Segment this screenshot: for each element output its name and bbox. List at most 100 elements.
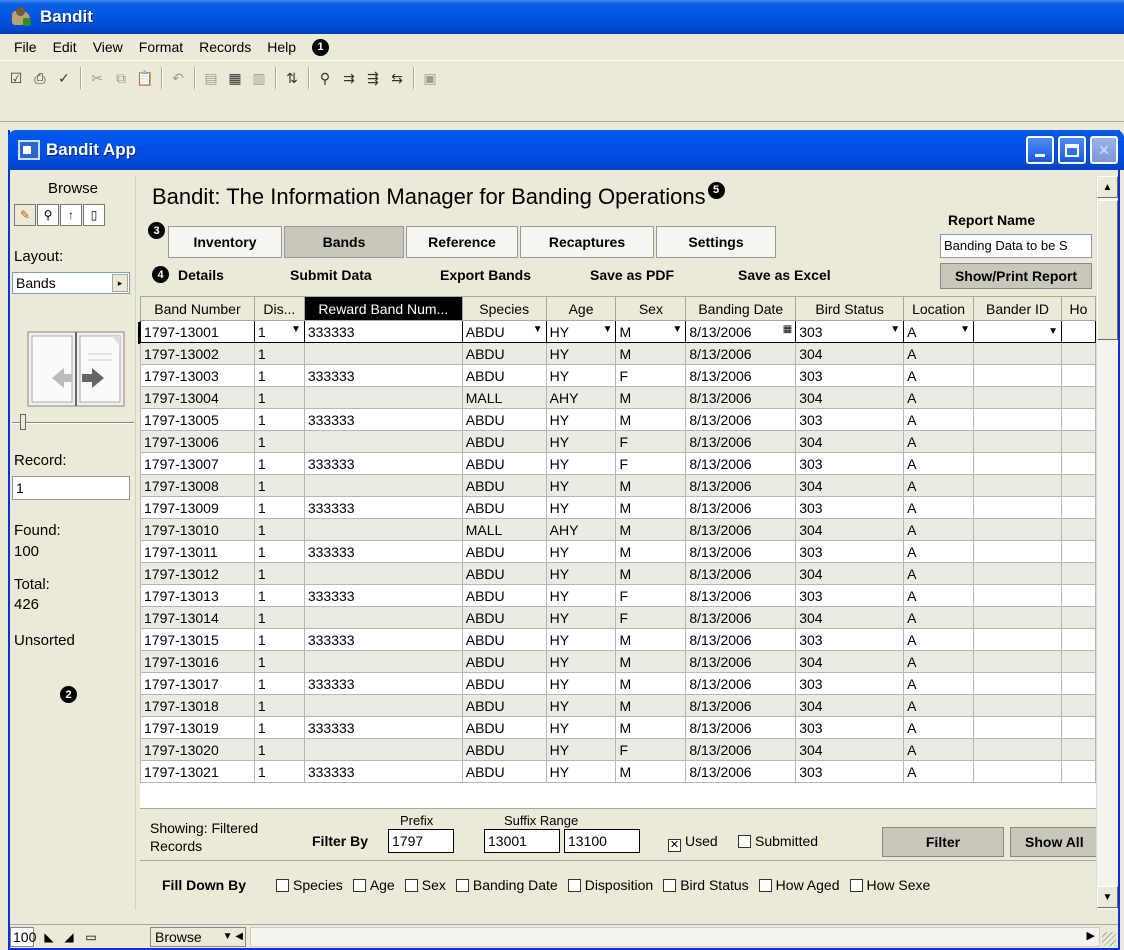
table-cell[interactable]: A	[903, 342, 975, 365]
table-cell[interactable]: A	[903, 496, 975, 519]
checkbox-icon[interactable]: ☑	[5, 67, 27, 89]
table-cell[interactable]: ABDU	[461, 584, 547, 607]
table-cell[interactable]: A	[903, 386, 975, 409]
table-row[interactable]: 1797-13010 1 MALL AHY M 8/13/2006 304 A	[140, 518, 1096, 541]
table-cell[interactable]	[1060, 562, 1096, 585]
table-cell[interactable]	[973, 540, 1062, 563]
table-cell[interactable]	[303, 474, 463, 497]
table-cell[interactable]: A	[903, 364, 975, 387]
table-cell[interactable]: 1	[253, 672, 305, 695]
layout-select[interactable]: Bands ▸	[12, 272, 130, 294]
duplicate-record-icon[interactable]: ▦	[224, 67, 246, 89]
maximize-button[interactable]	[1058, 136, 1086, 164]
table-cell[interactable]: HY	[545, 342, 617, 365]
table-row[interactable]: 1797-13021 1 333333 ABDU HY M 8/13/2006 303 A	[140, 760, 1096, 783]
save-as-pdf-button[interactable]: Save as PDF	[590, 267, 674, 283]
table-cell[interactable]: HY	[545, 474, 617, 497]
table-cell[interactable]	[973, 628, 1062, 651]
dropdown-arrow-icon[interactable]: ▼	[533, 324, 543, 335]
table-cell[interactable]: 304	[795, 694, 905, 717]
table-cell[interactable]: 1797-13017	[140, 672, 255, 695]
table-cell[interactable]: 333333	[303, 628, 463, 651]
table-cell[interactable]: F	[615, 364, 687, 387]
table-row[interactable]: 1797-13007 1 333333 ABDU HY F 8/13/2006 303 A	[140, 452, 1096, 475]
table-cell[interactable]: 8/13/2006	[685, 694, 797, 717]
table-cell[interactable]	[303, 342, 463, 365]
save-as-excel-button[interactable]: Save as Excel	[738, 267, 831, 283]
table-cell[interactable]	[973, 474, 1062, 497]
table-cell[interactable]: 8/13/2006	[685, 518, 797, 541]
table-cell[interactable]	[1060, 342, 1096, 365]
table-cell[interactable]	[303, 694, 463, 717]
table-cell[interactable]: ABDU	[461, 628, 547, 651]
table-cell[interactable]: 8/13/2006	[685, 606, 797, 629]
table-cell[interactable]: M	[615, 672, 687, 695]
table-cell[interactable]: 1 ▼	[253, 320, 305, 343]
calendar-icon[interactable]: ▦	[783, 324, 792, 335]
find-modify-icon[interactable]: ⇆	[386, 67, 408, 89]
table-cell[interactable]	[1060, 496, 1096, 519]
table-cell[interactable]: 1	[253, 716, 305, 739]
table-cell[interactable]	[1060, 738, 1096, 761]
undo-icon[interactable]: ↶	[167, 67, 189, 89]
table-cell[interactable]: HY	[545, 716, 617, 739]
table-cell[interactable]: M	[615, 716, 687, 739]
table-cell[interactable]: HY	[545, 562, 617, 585]
tab-settings[interactable]: Settings	[656, 226, 776, 258]
zoom-out-icon[interactable]: ◣	[40, 928, 58, 946]
suffix-to-input[interactable]: 13100	[564, 829, 640, 853]
table-cell[interactable]	[1060, 386, 1096, 409]
table-cell[interactable]: M	[615, 628, 687, 651]
table-cell[interactable]: 1797-13014	[140, 606, 255, 629]
column-header[interactable]: Bird Status	[795, 296, 905, 321]
table-cell[interactable]: ABDU	[461, 606, 547, 629]
table-cell[interactable]: ABDU	[461, 540, 547, 563]
table-cell[interactable]: A	[903, 584, 975, 607]
column-header[interactable]: Banding Date	[685, 296, 797, 321]
copy-icon[interactable]: ⧉	[110, 67, 132, 89]
table-cell[interactable]: A	[903, 452, 975, 475]
dropdown-arrow-icon[interactable]: ▼	[672, 324, 682, 335]
fill-down-checkbox[interactable]: How Aged	[758, 877, 840, 893]
table-cell[interactable]: 303	[795, 760, 905, 783]
table-cell[interactable]: A	[903, 518, 975, 541]
table-cell[interactable]: A	[903, 628, 975, 651]
table-cell[interactable]: 333333	[303, 364, 463, 387]
minimize-button[interactable]	[1026, 136, 1054, 164]
table-cell[interactable]: HY	[545, 760, 617, 783]
table-cell[interactable]: 304	[795, 474, 905, 497]
horizontal-scrollbar[interactable]: ▶	[250, 927, 1100, 947]
table-cell[interactable]: 1797-13007	[140, 452, 255, 475]
table-cell[interactable]: ABDU	[461, 342, 547, 365]
table-cell[interactable]: 1797-13006	[140, 430, 255, 453]
table-cell[interactable]	[1060, 430, 1096, 453]
table-cell[interactable]: 303	[795, 364, 905, 387]
table-cell[interactable]: 303	[795, 584, 905, 607]
table-cell[interactable]	[973, 342, 1062, 365]
table-cell[interactable]: ABDU	[461, 672, 547, 695]
table-cell[interactable]	[1060, 606, 1096, 629]
table-cell[interactable]: 1797-13011	[140, 540, 255, 563]
table-cell[interactable]: 1797-13021	[140, 760, 255, 783]
table-cell[interactable]: A	[903, 430, 975, 453]
find-all-icon[interactable]: ⇉	[338, 67, 360, 89]
table-cell[interactable]: M	[615, 540, 687, 563]
table-cell[interactable]: M	[615, 562, 687, 585]
table-cell[interactable]	[973, 408, 1062, 431]
table-cell[interactable]: M	[615, 496, 687, 519]
table-cell[interactable]: HY	[545, 452, 617, 475]
table-cell[interactable]: 1797-13002	[140, 342, 255, 365]
table-cell[interactable]: ABDU	[461, 716, 547, 739]
table-cell[interactable]: F	[615, 430, 687, 453]
table-cell[interactable]: 333333	[303, 760, 463, 783]
dropdown-arrow-icon[interactable]: ▼	[960, 324, 970, 335]
table-row[interactable]: 1797-13003 1 333333 ABDU HY F 8/13/2006 303 A	[140, 364, 1096, 387]
table-cell[interactable]: HY	[545, 738, 617, 761]
table-cell[interactable]	[1060, 474, 1096, 497]
table-cell[interactable]: 333333	[303, 496, 463, 519]
table-cell[interactable]: 1	[253, 496, 305, 519]
table-cell[interactable]: 1797-13016	[140, 650, 255, 673]
table-cell[interactable]: 304	[795, 650, 905, 673]
table-cell[interactable]: AHY	[545, 386, 617, 409]
table-cell[interactable]: M	[615, 760, 687, 783]
